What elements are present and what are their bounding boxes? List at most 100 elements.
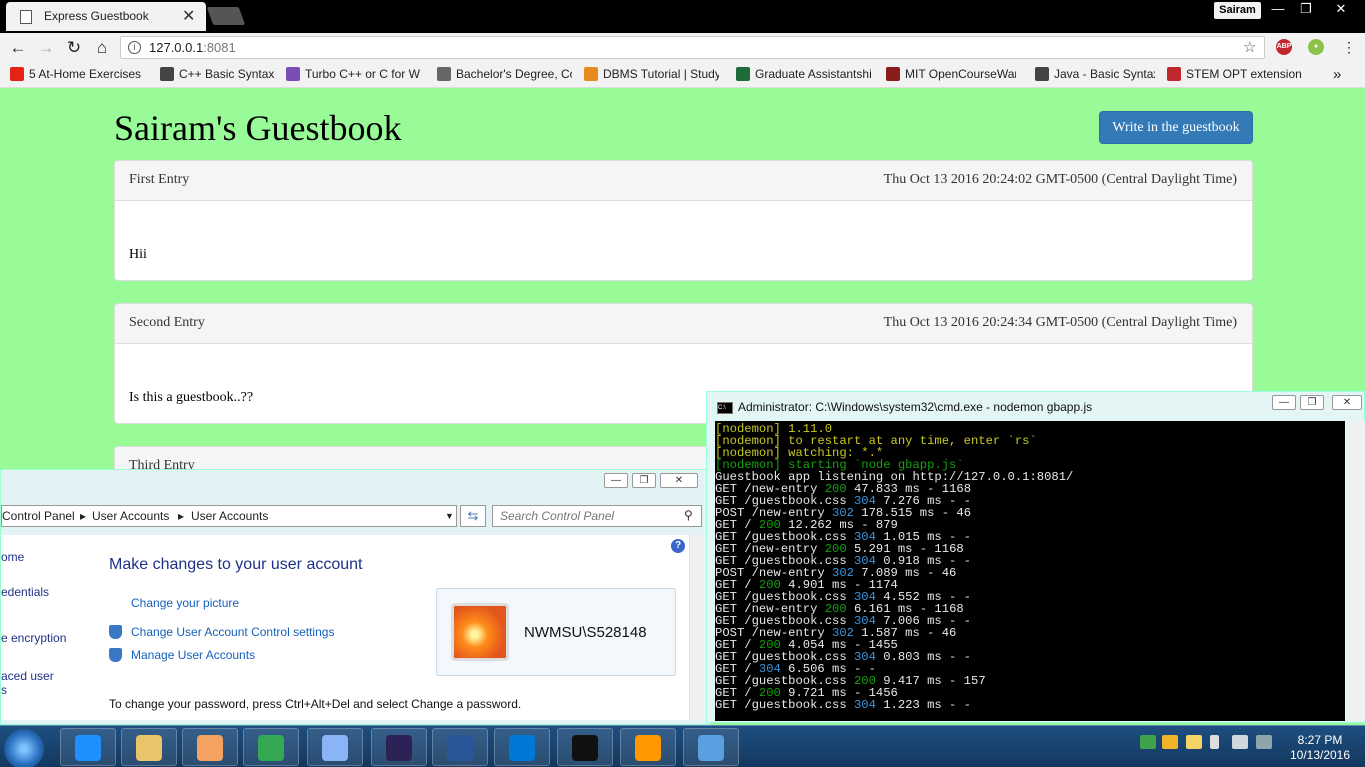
cmd-icon <box>572 735 598 761</box>
bookmark-label: MIT OpenCourseWare <box>905 67 1016 81</box>
profile-button[interactable]: Sairam <box>1214 2 1261 19</box>
bookmark-item[interactable]: MIT OpenCourseWare <box>886 67 1016 83</box>
bookmark-label: Bachelor's Degree, Co <box>456 67 572 81</box>
cp-scrollbar[interactable] <box>689 535 706 720</box>
bookmark-star-icon[interactable]: ☆ <box>1243 38 1256 56</box>
cmd-output[interactable]: [nodemon] 1.11.0 [nodemon] to restart at … <box>715 421 1345 721</box>
cmd-scrollbar[interactable] <box>1350 421 1365 721</box>
taskbar-app-eclipse[interactable] <box>371 728 427 766</box>
uac-settings-link[interactable]: Change User Account Control settings <box>109 625 334 639</box>
start-button[interactable] <box>4 729 44 767</box>
sidebar-item-home[interactable]: ome <box>1 550 24 564</box>
new-tab-button[interactable] <box>206 7 246 25</box>
cmd-window: C:\ Administrator: C:\Windows\system32\c… <box>706 391 1365 723</box>
bookmark-label: DBMS Tutorial | Study <box>603 67 719 81</box>
cp-minimize-button[interactable]: — <box>604 473 628 488</box>
sublime-icon <box>635 735 661 761</box>
tray-icon-security[interactable] <box>1186 735 1202 749</box>
adblock-extension-icon[interactable]: ABP <box>1276 39 1292 55</box>
dropdown-icon[interactable]: ▼ <box>445 511 454 521</box>
breadcrumb-control-panel[interactable]: Control Panel <box>2 509 75 523</box>
menu-icon[interactable]: ⋮ <box>1339 36 1359 58</box>
close-button[interactable]: ✕ <box>1327 0 1355 18</box>
taskbar-app-cmd[interactable] <box>557 728 613 766</box>
sidebar-item-encryption[interactable]: e encryption <box>1 631 66 645</box>
cmd-maximize-button[interactable]: ❐ <box>1300 395 1324 410</box>
manage-accounts-link[interactable]: Manage User Accounts <box>109 648 255 662</box>
taskbar-app-virtualbox[interactable] <box>307 728 363 766</box>
cp-address-bar[interactable]: Control Panel ▸ User Accounts ▸ User Acc… <box>1 505 457 527</box>
forward-icon[interactable]: → <box>36 37 56 59</box>
bookmark-item[interactable]: Java - Basic Syntax <box>1035 67 1155 83</box>
cmd-minimize-button[interactable]: — <box>1272 395 1296 410</box>
cp-close-button[interactable]: ✕ <box>660 473 698 488</box>
help-icon[interactable]: ? <box>671 539 685 553</box>
bookmark-item[interactable]: STEM OPT extension <box>1167 67 1307 83</box>
bookmarks-overflow-icon[interactable]: » <box>1333 66 1341 82</box>
url-text[interactable]: 127.0.0.1:8081 <box>149 40 236 55</box>
bookmark-item[interactable]: Turbo C++ or C for W <box>286 67 421 83</box>
chevron-right-icon: ▸ <box>80 509 87 523</box>
tray-icon-cloud[interactable] <box>1162 735 1178 749</box>
entry-header: First Entry Thu Oct 13 2016 20:24:02 GMT… <box>115 161 1252 201</box>
minimize-button[interactable]: — <box>1264 0 1292 18</box>
taskbar-app-media[interactable] <box>182 728 238 766</box>
bookmark-item[interactable]: Bachelor's Degree, Co <box>437 67 572 83</box>
entry-title: Second Entry <box>129 315 205 330</box>
change-picture-link[interactable]: Change your picture <box>131 596 239 610</box>
battery-icon[interactable] <box>1210 735 1219 749</box>
control-panel-window: — ❐ ✕ Control Panel ▸ User Accounts ▸ Us… <box>0 469 711 725</box>
address-bar[interactable]: i 127.0.0.1:8081 ☆ <box>120 36 1265 59</box>
volume-icon[interactable] <box>1256 735 1272 749</box>
tray-icon-drive[interactable] <box>1140 735 1156 749</box>
bookmark-item[interactable]: DBMS Tutorial | Study <box>584 67 719 83</box>
home-icon[interactable]: ⌂ <box>92 37 112 59</box>
extension-icon[interactable]: ● <box>1308 39 1324 55</box>
bookmark-item[interactable]: 5 At-Home Exercises <box>10 67 145 83</box>
info-icon[interactable]: i <box>128 41 141 54</box>
reload-icon[interactable]: ↻ <box>64 37 84 59</box>
bookmark-item[interactable]: Graduate Assistantshi <box>736 67 871 83</box>
back-icon[interactable]: ← <box>8 37 28 59</box>
taskbar-app-ie[interactable] <box>60 728 116 766</box>
sidebar-item-advanced[interactable]: aced user <box>1 669 54 683</box>
entry-body: Is this a guestbook..?? <box>129 390 254 405</box>
page-icon <box>20 10 32 24</box>
url-host: 127.0.0.1 <box>149 40 204 55</box>
taskbar-app-explorer[interactable] <box>121 728 177 766</box>
sidebar-item-credentials[interactable]: edentials <box>1 585 49 599</box>
cmd-close-button[interactable]: ✕ <box>1332 395 1362 410</box>
clock-date: 10/13/2016 <box>1289 748 1351 762</box>
taskbar-app-sublime[interactable] <box>620 728 676 766</box>
url-port: :8081 <box>203 40 236 55</box>
search-icon[interactable]: ⚲ <box>684 508 693 522</box>
user-name: NWMSU\S528148 <box>524 624 647 641</box>
clock[interactable]: 8:27 PM 10/13/2016 <box>1285 733 1355 763</box>
taskbar-app-vscode[interactable] <box>494 728 550 766</box>
media-icon <box>197 735 223 761</box>
cp-main: ? Make changes to your user account Chan… <box>87 535 689 720</box>
network-icon[interactable] <box>1232 735 1248 749</box>
page-title: Sairam's Guestbook <box>114 108 402 148</box>
bookmark-item[interactable]: C++ Basic Syntax <box>160 67 275 83</box>
taskbar-app-control-panel[interactable] <box>683 728 739 766</box>
breadcrumb-user-accounts[interactable]: User Accounts <box>92 509 169 523</box>
cp-search-input[interactable]: Search Control Panel <box>492 505 702 527</box>
taskbar-app-chrome[interactable] <box>243 728 299 766</box>
control-panel-icon <box>698 735 724 761</box>
tab-close-icon[interactable]: ✕ <box>182 6 195 26</box>
bookmark-favicon-icon <box>437 67 451 81</box>
breadcrumb-user-accounts-2[interactable]: User Accounts <box>191 509 268 523</box>
cp-maximize-button[interactable]: ❐ <box>632 473 656 488</box>
refresh-icon[interactable]: ⇆ <box>460 505 486 527</box>
write-guestbook-button[interactable]: Write in the guestbook <box>1099 111 1253 144</box>
uac-settings-label: Change User Account Control settings <box>131 625 335 639</box>
bookmark-label: STEM OPT extension <box>1186 67 1302 81</box>
sidebar-item-advanced-2[interactable]: s <box>1 683 7 697</box>
taskbar-app-word[interactable] <box>432 728 488 766</box>
user-avatar <box>451 603 509 661</box>
restore-button[interactable]: ❐ <box>1292 0 1320 18</box>
bookmark-label: Turbo C++ or C for W <box>305 67 420 81</box>
tab-express-guestbook[interactable]: Express Guestbook ✕ <box>6 2 206 31</box>
cmd-text: 0.803 ms - - <box>875 650 971 664</box>
